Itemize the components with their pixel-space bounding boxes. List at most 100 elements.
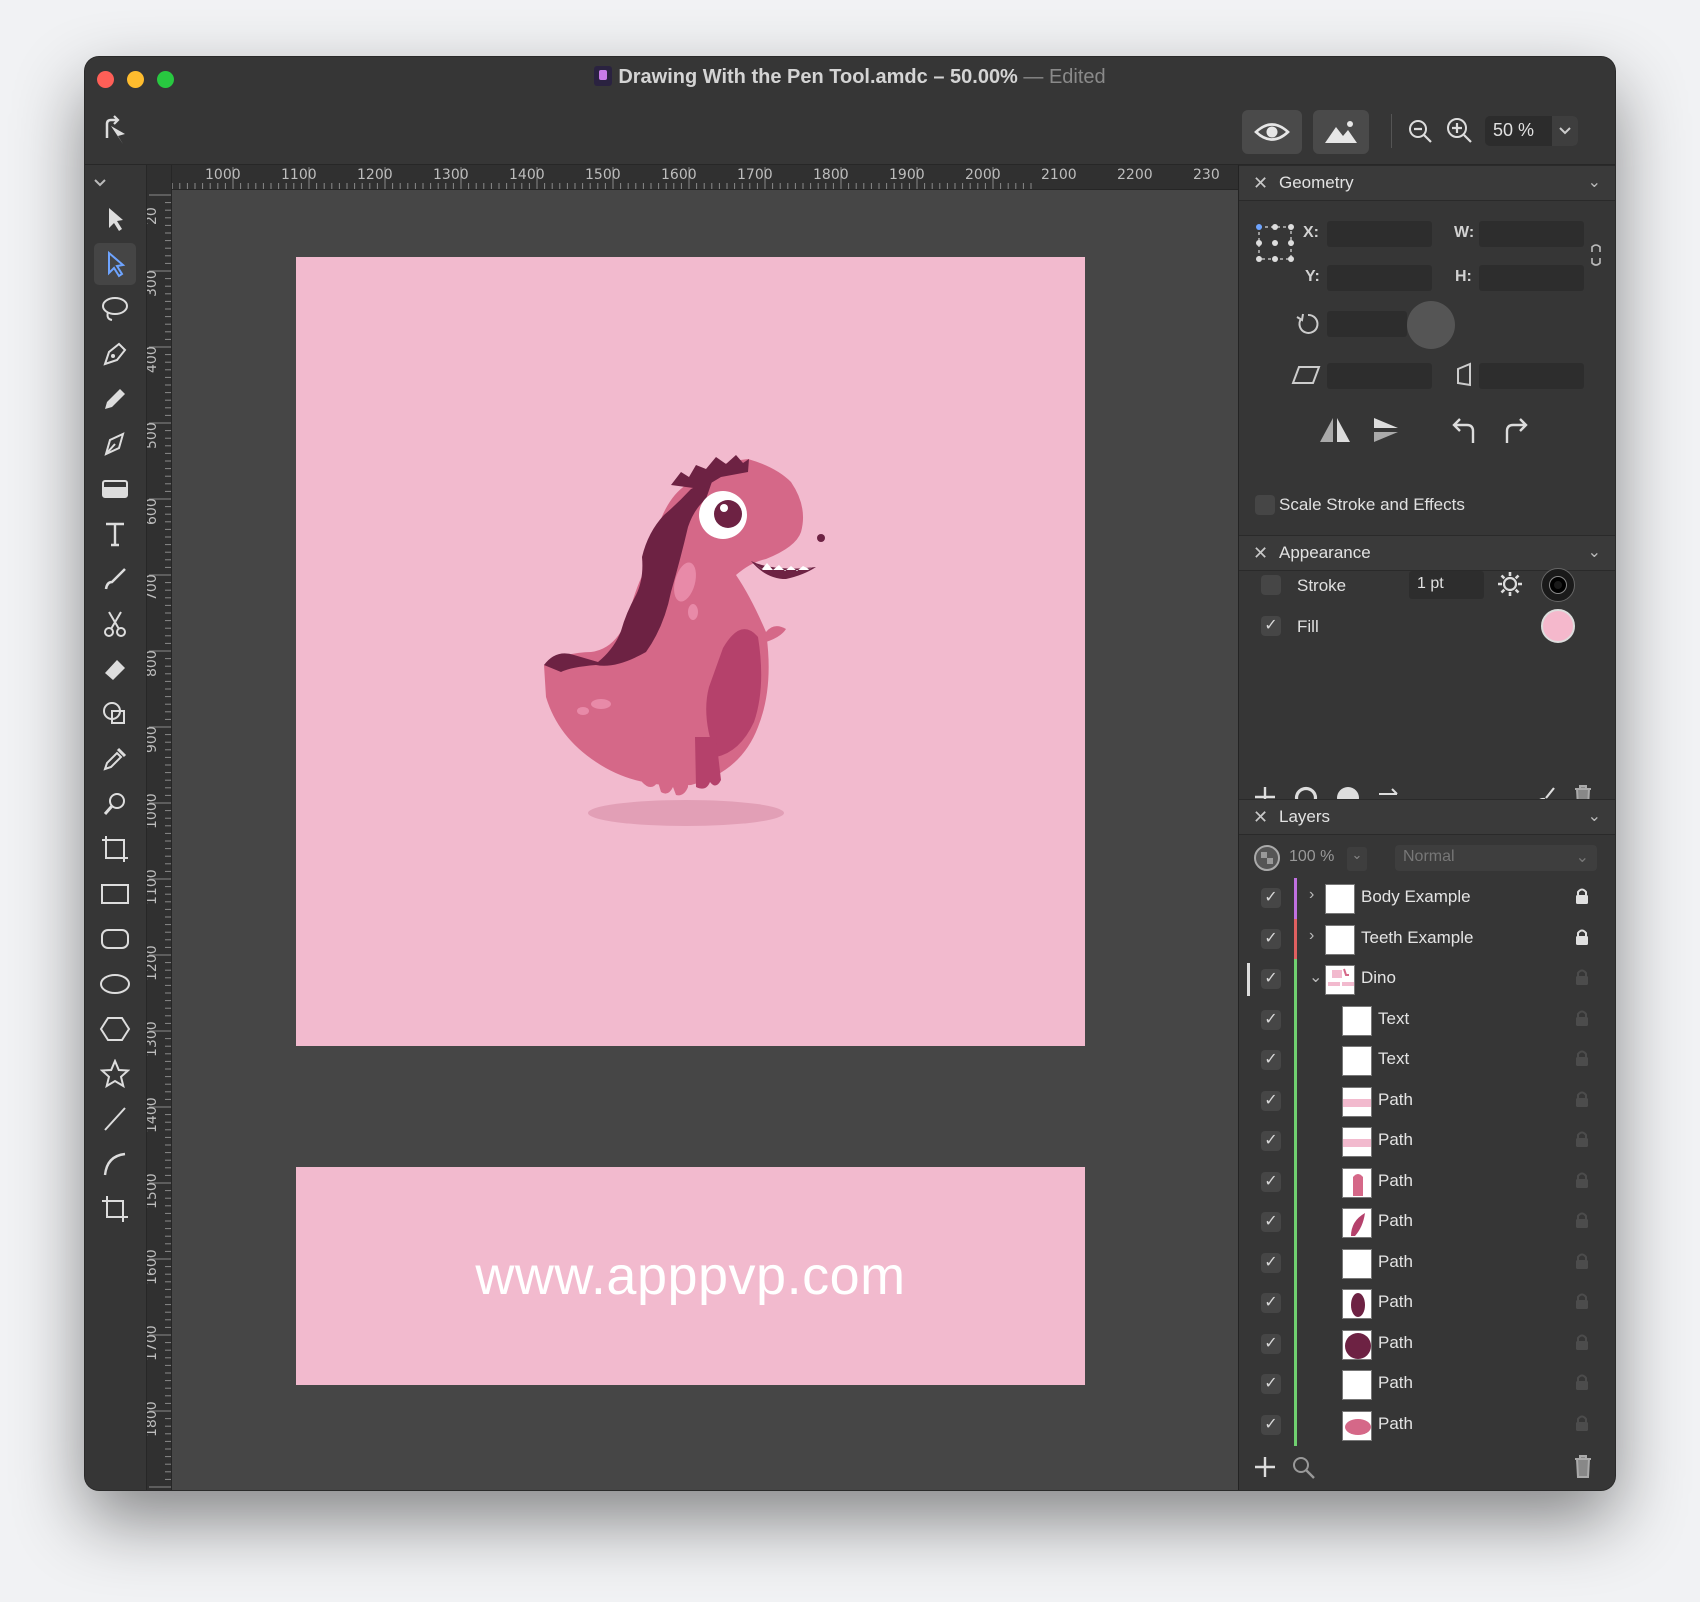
layer-visibility-checkbox[interactable]: ✓ [1261,1009,1281,1030]
stroke-color-swatch[interactable] [1541,568,1575,602]
layer-lock-icon[interactable] [1575,1130,1589,1153]
layer-row[interactable]: ✓ Path [1239,1121,1615,1162]
rotation-field[interactable] [1327,311,1407,337]
layer-row[interactable]: ✓ Path [1239,1323,1615,1365]
layer-lock-icon[interactable] [1575,1009,1589,1032]
close-layers-icon[interactable]: ✕ [1253,807,1268,828]
ellipse-tool-icon[interactable] [94,963,136,1005]
layer-visibility-checkbox[interactable]: ✓ [1261,1374,1281,1394]
stroke-settings-gear-icon[interactable] [1496,570,1524,603]
tools-collapse-chevron-icon[interactable] [93,175,107,193]
layer-visibility-checkbox[interactable]: ✓ [1261,1050,1281,1070]
add-layer-icon[interactable] [1253,1455,1277,1484]
layer-row[interactable]: ✓ Path [1239,1161,1615,1203]
layer-row[interactable]: ✓ Text [1239,999,1615,1041]
vector-brush-tool-icon[interactable] [94,423,136,465]
x-field[interactable] [1327,221,1432,247]
view-mode-button[interactable] [1242,110,1302,154]
layer-row[interactable]: ✓ Path [1239,1283,1615,1324]
shape-builder-tool-icon[interactable] [94,693,136,735]
w-field[interactable] [1479,221,1584,247]
layer-name[interactable]: Body Example [1361,887,1471,907]
layer-visibility-checkbox[interactable]: ✓ [1261,1252,1281,1273]
appearance-panel-header[interactable]: ✕ Appearance ⌄ [1239,535,1615,571]
flip-horizontal-icon[interactable] [1317,415,1353,450]
star-tool-icon[interactable] [94,1053,136,1095]
layer-name[interactable]: Path [1378,1171,1413,1191]
persona-switch-icon[interactable] [97,113,133,149]
layer-lock-icon[interactable] [1575,1414,1589,1437]
dino-illustration[interactable] [296,257,1085,1046]
zoom-out-icon[interactable] [1406,117,1434,145]
url-text[interactable]: www.apppvp.com [475,1245,905,1307]
layer-row[interactable]: ✓ Path [1239,1364,1615,1405]
layers-list[interactable]: ✓ › Body Example ✓ › Teeth Example ✓ ⌄ Dino ✓ Text… [1239,878,1615,1448]
zoom-dropdown-chevron-icon[interactable] [1552,116,1578,146]
pencil-tool-icon[interactable] [94,378,136,420]
layer-visibility-checkbox[interactable]: ✓ [1261,1414,1281,1435]
layer-lock-icon[interactable] [1575,1252,1589,1275]
layer-row[interactable]: ✓ Path [1239,1202,1615,1243]
layer-lock-icon[interactable] [1575,1171,1589,1194]
artboard-tool-icon[interactable] [94,828,136,870]
layer-row[interactable]: ✓ Path [1239,1242,1615,1284]
layer-name[interactable]: Path [1378,1373,1413,1393]
anchor-selector-icon[interactable] [1255,223,1295,268]
layer-row[interactable]: ✓ › Body Example [1239,878,1615,919]
layer-visibility-checkbox[interactable]: ✓ [1261,928,1281,949]
layer-row[interactable]: ✓ Path [1239,1080,1615,1122]
layer-name[interactable]: Path [1378,1414,1413,1434]
shear-field[interactable] [1327,363,1432,389]
zoom-level-field[interactable]: 50 % [1485,116,1578,146]
move-tool-icon[interactable] [94,198,136,240]
layer-visibility-checkbox[interactable]: ✓ [1261,888,1281,908]
layer-name[interactable]: Text [1378,1009,1409,1029]
text-tool-icon[interactable] [94,513,136,555]
layer-visibility-checkbox[interactable]: ✓ [1261,1212,1281,1232]
layer-name[interactable]: Path [1378,1333,1413,1353]
geometry-collapse-chevron-icon[interactable]: ⌄ [1588,172,1601,192]
layer-row[interactable]: ✓ Text [1239,1040,1615,1081]
zoom-tool-icon[interactable] [94,783,136,825]
layer-name[interactable]: Path [1378,1130,1413,1150]
zoom-in-icon[interactable] [1444,115,1474,145]
layer-visibility-checkbox[interactable]: ✓ [1261,1333,1281,1354]
perspective-field[interactable] [1479,363,1584,389]
canvas[interactable]: www.apppvp.com [172,190,1300,1490]
layer-lock-icon[interactable] [1575,1090,1589,1113]
layer-name[interactable]: Path [1378,1090,1413,1110]
delete-layer-trash-icon[interactable] [1572,1453,1594,1484]
rectangle-tool-icon[interactable] [94,873,136,915]
layer-visibility-checkbox[interactable]: ✓ [1261,1293,1281,1313]
stroke-checkbox[interactable] [1261,575,1281,595]
layers-panel-header[interactable]: ✕ Layers ⌄ [1239,799,1615,835]
layer-lock-icon[interactable] [1575,1333,1589,1356]
polygon-tool-icon[interactable] [94,1008,136,1050]
layer-lock-icon[interactable] [1575,1049,1589,1072]
layer-name[interactable]: Dino [1361,968,1396,988]
layer-row[interactable]: ✓ ⌄ Dino [1239,959,1615,1000]
rounded-rectangle-tool-icon[interactable] [94,918,136,960]
layer-name[interactable]: Text [1378,1049,1409,1069]
close-appearance-icon[interactable]: ✕ [1253,543,1268,564]
layer-lock-icon[interactable] [1575,1292,1589,1315]
crop-tool-icon[interactable] [94,1188,136,1230]
url-artboard[interactable]: www.apppvp.com [296,1167,1085,1385]
fill-color-swatch[interactable] [1541,609,1575,643]
vertical-ruler[interactable]: 20 300 400 500 600 700 800 900 1000 1100 1200 1300 1… [147,165,172,1490]
rotation-dial[interactable] [1407,301,1455,349]
layer-name[interactable]: Path [1378,1292,1413,1312]
layer-visibility-checkbox[interactable]: ✓ [1261,1090,1281,1111]
arc-tool-icon[interactable] [94,1143,136,1185]
layer-expand-chevron-icon[interactable]: ⌄ [1309,967,1322,987]
layer-visibility-checkbox[interactable]: ✓ [1261,1131,1281,1151]
blend-mode-select[interactable]: Normal ⌄ [1395,845,1597,871]
layer-lock-icon[interactable] [1575,887,1589,910]
stroke-width-field[interactable]: 1 pt [1409,571,1484,599]
layer-name[interactable]: Path [1378,1252,1413,1272]
rotate-right-icon[interactable] [1501,415,1531,450]
dino-artboard[interactable] [296,257,1085,1046]
layer-expand-chevron-icon[interactable]: › [1309,886,1314,904]
scissors-tool-icon[interactable] [94,603,136,645]
opacity-dropdown-chevron-icon[interactable]: ⌄ [1347,847,1367,871]
